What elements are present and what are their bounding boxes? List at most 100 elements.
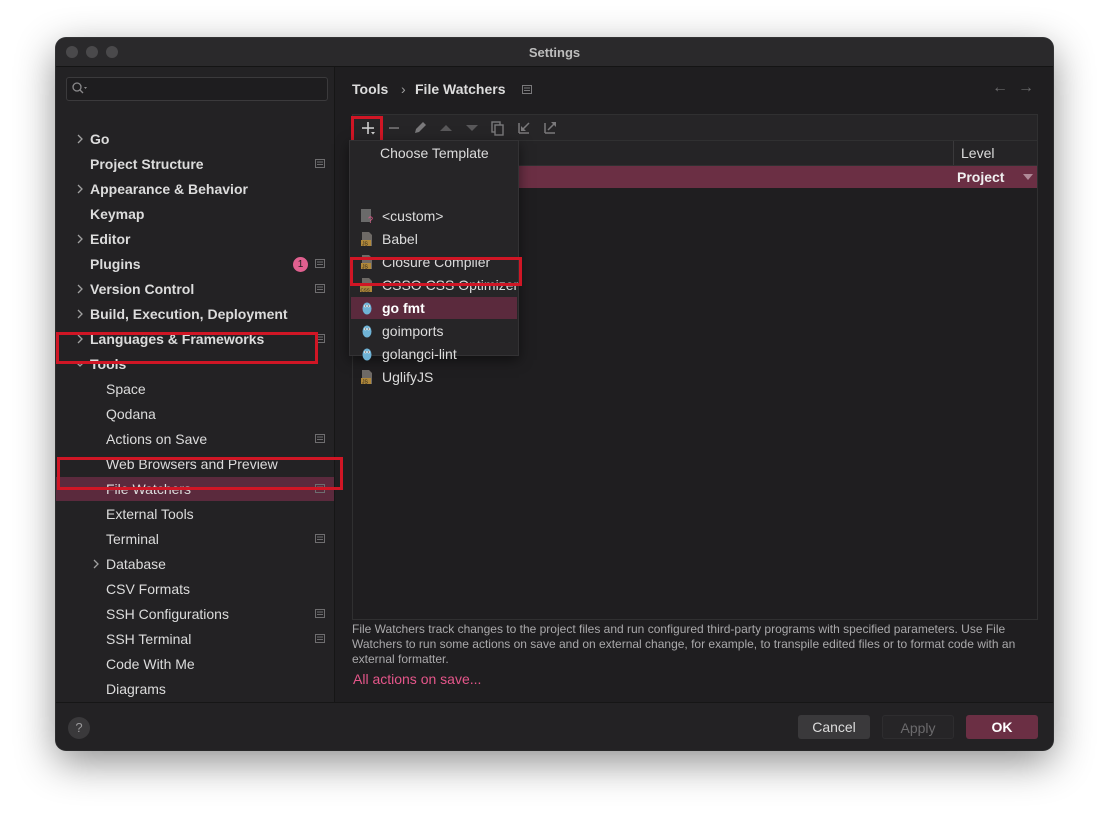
ok-button[interactable]: OK <box>966 715 1038 739</box>
template-item-label: go fmt <box>382 300 425 316</box>
import-icon[interactable] <box>514 118 534 138</box>
sidebar-item-code-with-me[interactable]: Code With Me <box>56 652 334 676</box>
settings-search-input[interactable] <box>66 77 328 101</box>
gopher-icon <box>362 348 372 361</box>
project-scope-icon <box>315 434 325 443</box>
column-separator <box>953 141 954 165</box>
sidebar-item-label: Database <box>106 556 166 572</box>
sidebar-item-version-control[interactable]: Version Control <box>56 277 334 301</box>
notification-badge: 1 <box>293 257 308 272</box>
sidebar-item-label: Space <box>106 381 146 397</box>
sidebar-item-label: Terminal <box>106 531 159 547</box>
sidebar-item-label: Plugins <box>90 256 141 272</box>
sidebar-item-qodana[interactable]: Qodana <box>56 402 334 426</box>
project-scope-icon <box>522 85 532 94</box>
sidebar-item-label: Appearance & Behavior <box>90 181 248 197</box>
move-down-icon[interactable] <box>462 118 482 138</box>
sidebar-item-project-structure[interactable]: Project Structure <box>56 152 334 176</box>
watchers-toolbar <box>352 114 1038 141</box>
highlight-go-fmt <box>350 257 522 286</box>
move-up-icon[interactable] <box>436 118 456 138</box>
level-dropdown-icon[interactable] <box>1023 174 1033 180</box>
template-item-babel[interactable]: JS Babel <box>351 228 517 250</box>
template-item-label: <custom> <box>382 208 444 224</box>
edit-icon[interactable] <box>410 118 430 138</box>
project-scope-icon <box>315 259 325 268</box>
help-button[interactable]: ? <box>68 717 90 739</box>
sidebar-item-keymap[interactable]: Keymap <box>56 202 334 226</box>
sidebar-item-label: Keymap <box>90 206 145 222</box>
highlight-tools <box>56 332 318 364</box>
window-title: Settings <box>528 45 581 60</box>
sidebar-item-editor[interactable]: Editor <box>56 227 334 251</box>
chevron-right-icon[interactable] <box>74 127 86 151</box>
sidebar-item-label: Editor <box>90 231 131 247</box>
custom-template-icon: ? <box>361 209 373 224</box>
sidebar-item-space[interactable]: Space <box>56 377 334 401</box>
sidebar-item-database[interactable]: Database <box>56 552 334 576</box>
js-file-icon: JS <box>361 232 372 247</box>
sidebar-item-label: External Tools <box>106 506 194 522</box>
sidebar-item-csv-formats[interactable]: CSV Formats <box>56 577 334 601</box>
sidebar-item-actions-on-save[interactable]: Actions on Save <box>56 427 334 451</box>
sidebar-item-label: Actions on Save <box>106 431 208 447</box>
project-scope-icon <box>315 159 325 168</box>
export-icon[interactable] <box>540 118 560 138</box>
sidebar-item-label: Go <box>90 131 110 147</box>
project-scope-icon <box>315 284 325 293</box>
template-item-goimports[interactable]: goimports <box>351 320 517 342</box>
sidebar-item-label: Code With Me <box>106 656 195 672</box>
sidebar-item-label: Version Control <box>90 281 195 297</box>
template-item-uglifyjs[interactable]: JS UglifyJS <box>351 366 517 388</box>
sidebar-item-plugins[interactable]: Plugins 1 <box>56 252 334 276</box>
project-scope-icon <box>315 534 325 543</box>
template-item-custom[interactable]: ? <custom> <box>351 205 517 227</box>
js-file-icon: JS <box>361 370 372 386</box>
title-bar: Settings <box>56 38 1053 67</box>
highlight-file-watchers <box>57 457 343 490</box>
sidebar-item-external-tools[interactable]: External Tools <box>56 502 334 526</box>
choose-template-popup: Choose Template ? <custom> JS Babel JS Closur… <box>349 140 519 385</box>
template-item-label: UglifyJS <box>382 369 434 385</box>
level-column-header[interactable]: Level <box>961 145 994 161</box>
forward-arrow-icon[interactable]: → <box>1018 79 1034 97</box>
sidebar-item-ssh-terminal[interactable]: SSH Terminal <box>56 627 334 651</box>
gopher-icon <box>362 325 372 338</box>
row-level-value: Project <box>957 169 1005 185</box>
remove-icon[interactable] <box>384 118 404 138</box>
sidebar-item-diagrams[interactable]: Diagrams <box>56 677 334 701</box>
chevron-right-icon[interactable] <box>74 177 86 201</box>
breadcrumb-separator: › <box>401 81 406 97</box>
sidebar-item-label: Qodana <box>106 406 156 422</box>
template-item-label: goimports <box>382 323 444 339</box>
copy-icon[interactable] <box>488 118 508 138</box>
gopher-icon <box>362 302 372 315</box>
breadcrumb-parent[interactable]: Tools <box>352 81 388 97</box>
cancel-button[interactable]: Cancel <box>798 715 870 739</box>
template-item-label: Babel <box>382 231 418 247</box>
template-item-label: golangci-lint <box>382 346 457 362</box>
breadcrumb-current: File Watchers <box>415 81 506 97</box>
sidebar-item-build-execution-deployment[interactable]: Build, Execution, Deployment <box>56 302 334 326</box>
apply-button[interactable]: Apply <box>882 715 954 739</box>
sidebar-item-label: SSH Configurations <box>106 606 229 622</box>
template-item-golangci-lint[interactable]: golangci-lint <box>351 343 517 365</box>
svg-text:JS: JS <box>362 380 369 386</box>
template-item-go-fmt[interactable]: go fmt <box>351 297 517 319</box>
chevron-right-icon[interactable] <box>90 552 102 576</box>
search-icon <box>72 82 87 94</box>
sidebar-item-label: SSH Terminal <box>106 631 192 647</box>
project-scope-icon <box>315 609 325 618</box>
settings-window: Settings Go Project Structure Appearance &… <box>56 38 1053 750</box>
sidebar-item-go[interactable]: Go <box>56 127 334 151</box>
sidebar-item-appearance-behavior[interactable]: Appearance & Behavior <box>56 177 334 201</box>
dialog-button-bar: ? Cancel Apply OK <box>56 702 1053 750</box>
chevron-right-icon[interactable] <box>74 227 86 251</box>
sidebar-item-terminal[interactable]: Terminal <box>56 527 334 551</box>
chevron-right-icon[interactable] <box>74 277 86 301</box>
chevron-right-icon[interactable] <box>74 302 86 326</box>
sidebar-item-ssh-configurations[interactable]: SSH Configurations <box>56 602 334 626</box>
back-arrow-icon[interactable]: ← <box>992 79 1008 97</box>
svg-text:?: ? <box>368 215 373 224</box>
all-actions-on-save-link[interactable]: All actions on save... <box>353 671 481 687</box>
